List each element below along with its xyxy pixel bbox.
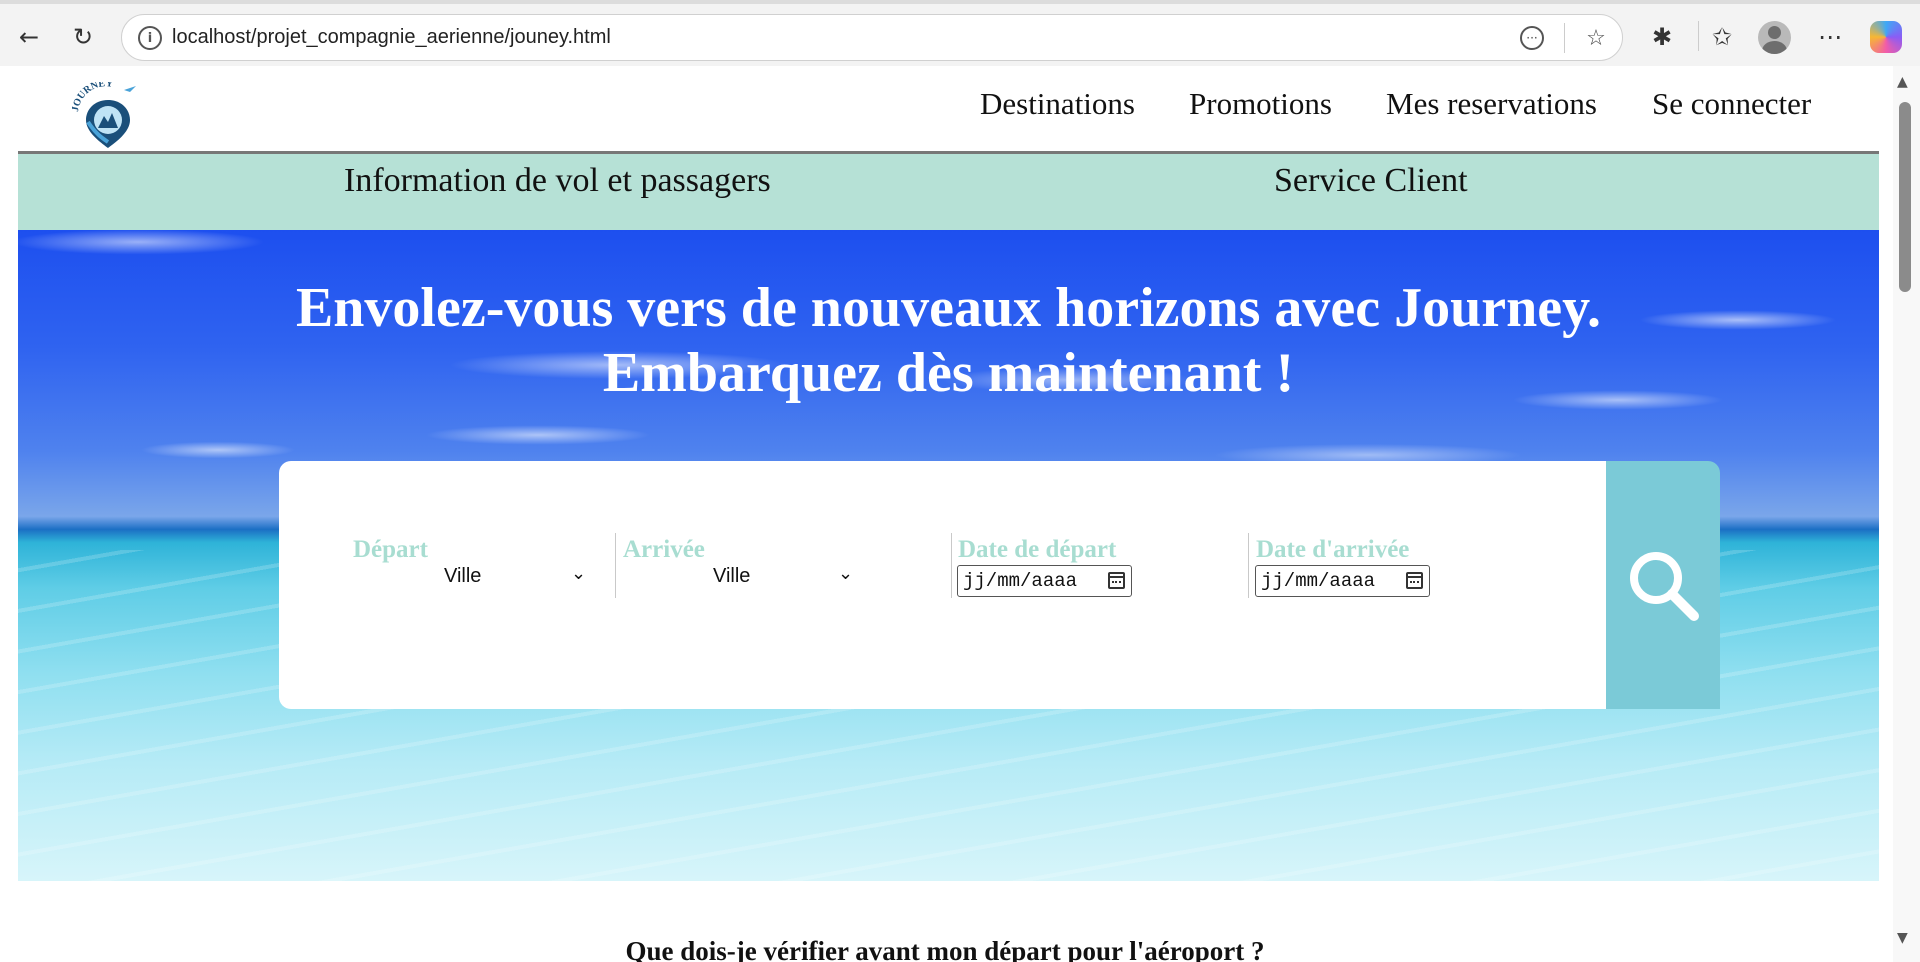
scroll-up-arrow-icon[interactable]: ▲ xyxy=(1897,74,1908,90)
more-menu-icon[interactable]: ⋯ xyxy=(1814,21,1846,53)
scrollbar-thumb[interactable] xyxy=(1899,102,1911,292)
depart-select-value: Ville xyxy=(444,565,482,587)
copilot-icon[interactable] xyxy=(1870,21,1902,53)
arrivee-select[interactable]: Ville ⌄ xyxy=(713,563,858,595)
nav-destinations[interactable]: Destinations xyxy=(980,86,1135,122)
subnav-info-vol[interactable]: Information de vol et passagers xyxy=(344,162,771,200)
faq-question: Que dois-je vérifier avant mon départ po… xyxy=(625,936,1265,962)
date-depart-placeholder: jj/mm/aaaa xyxy=(963,570,1078,592)
hero-title-line2: Embarquez dès maintenant ! xyxy=(602,342,1295,404)
chevron-down-icon: ⌄ xyxy=(838,563,854,584)
back-arrow-icon[interactable]: ← xyxy=(12,20,46,54)
field-separator xyxy=(951,533,952,598)
date-arrivee-input[interactable]: jj/mm/aaaa xyxy=(1255,565,1430,597)
date-depart-input[interactable]: jj/mm/aaaa xyxy=(957,565,1132,597)
calendar-icon[interactable] xyxy=(1108,572,1125,589)
browser-toolbar: ← ↻ i localhost/projet_compagnie_aerienn… xyxy=(0,4,1920,66)
search-icon xyxy=(1630,552,1699,621)
hero-title-line1: Envolez-vous vers de nouveaux horizons a… xyxy=(295,277,1602,339)
scroll-down-arrow-icon[interactable]: ▼ xyxy=(1897,930,1908,946)
info-icon[interactable]: i xyxy=(138,26,162,50)
favorites-list-icon[interactable]: ✩ xyxy=(1706,21,1738,53)
address-url[interactable]: localhost/projet_compagnie_aerienne/joun… xyxy=(172,26,611,49)
arrivee-label: Arrivée xyxy=(623,536,705,563)
field-separator xyxy=(615,533,616,598)
depart-select[interactable]: Ville ⌄ xyxy=(444,563,589,595)
nav-se-connecter[interactable]: Se connecter xyxy=(1652,86,1811,122)
nav-promotions[interactable]: Promotions xyxy=(1189,86,1332,122)
calendar-icon[interactable] xyxy=(1406,572,1423,589)
address-bar[interactable]: i localhost/projet_compagnie_aerienne/jo… xyxy=(121,14,1623,61)
date-arrivee-label: Date d'arrivée xyxy=(1256,536,1410,563)
address-divider xyxy=(1564,23,1565,53)
chevron-down-icon: ⌄ xyxy=(571,563,587,584)
reading-mode-icon[interactable]: ··· xyxy=(1520,26,1544,50)
secondary-navigation: Information de vol et passagers Service … xyxy=(18,154,1879,230)
profile-avatar[interactable] xyxy=(1758,21,1791,54)
toolbar-divider xyxy=(1698,21,1699,51)
search-button[interactable] xyxy=(1606,461,1720,709)
extensions-icon[interactable]: ✱ xyxy=(1646,21,1678,53)
journey-logo[interactable]: JOURNEY xyxy=(72,82,142,148)
field-separator xyxy=(1248,533,1249,598)
depart-label: Départ xyxy=(353,536,428,563)
date-depart-label: Date de départ xyxy=(958,536,1117,563)
favorite-star-icon[interactable]: ☆ xyxy=(1582,24,1610,52)
date-arrivee-placeholder: jj/mm/aaaa xyxy=(1261,570,1376,592)
hero-title: Envolez-vous vers de nouveaux horizons a… xyxy=(18,276,1879,406)
arrivee-select-value: Ville xyxy=(713,565,751,587)
subnav-service-client[interactable]: Service Client xyxy=(1274,162,1468,200)
nav-mes-reservations[interactable]: Mes reservations xyxy=(1386,86,1597,122)
reload-icon[interactable]: ↻ xyxy=(66,20,100,54)
